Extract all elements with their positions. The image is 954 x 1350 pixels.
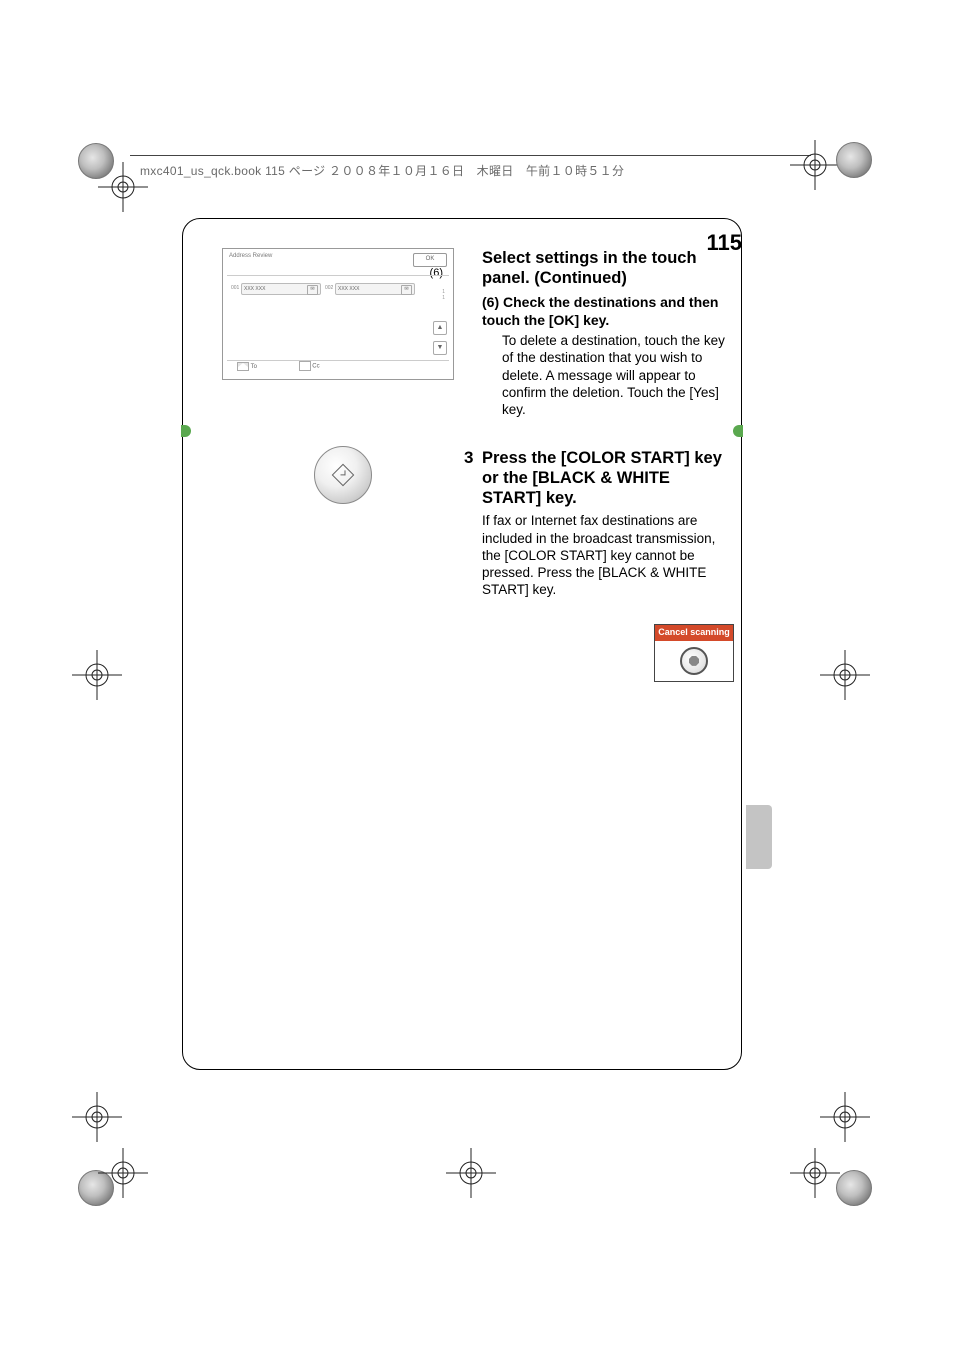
cc-label: Cc	[312, 364, 319, 370]
dest-002-index: 002	[325, 285, 333, 291]
destination-1-label: XXX XXX	[244, 286, 265, 292]
ok-button[interactable]: OK	[413, 253, 447, 267]
step-3-heading: Press the [COLOR START] key or the [BLAC…	[482, 448, 730, 508]
section-side-tab	[746, 805, 772, 869]
registration-mark-icon	[446, 1148, 496, 1198]
callout-6-label: (6)	[430, 267, 443, 279]
to-label: To	[251, 364, 257, 370]
scroll-up-button[interactable]: ▲	[433, 321, 447, 335]
registration-mark-icon	[790, 140, 840, 190]
corner-orb-icon	[836, 1170, 872, 1206]
cancel-scanning-box: Cancel scanning	[654, 624, 734, 682]
registration-mark-icon	[98, 1148, 148, 1198]
registration-mark-icon	[820, 1092, 870, 1142]
registration-mark-icon	[72, 650, 122, 700]
panel-bottom-bar: To Cc	[227, 360, 449, 375]
registration-mark-icon	[98, 162, 148, 212]
destination-key-2[interactable]: XXX XXX ✉	[335, 283, 415, 295]
step-3-body: If fax or Internet fax destinations are …	[482, 512, 730, 598]
registration-mark-icon	[790, 1148, 840, 1198]
stop-icon	[689, 656, 699, 666]
panel-divider	[227, 275, 449, 276]
step-6-body: To delete a destination, touch the key o…	[482, 332, 730, 418]
step-6-subheading: (6) Check the destinations and then touc…	[482, 294, 730, 330]
destination-2-label: XXX XXX	[338, 286, 359, 292]
mail-icon: ✉	[307, 285, 318, 295]
panel-title: Address Review	[229, 253, 272, 259]
registration-mark-icon	[72, 1092, 122, 1142]
corner-orb-icon	[836, 142, 872, 178]
step-3-block: Press the [COLOR START] key or the [BLAC…	[482, 448, 730, 599]
arrow-down-icon: ▼	[437, 344, 444, 351]
page-indicator: 1 1	[442, 289, 445, 301]
start-button-figure	[314, 446, 372, 504]
touch-panel-figure: Address Review OK (6) 001 XXX XXX ✉ 002 …	[222, 248, 454, 380]
header-rule	[130, 155, 811, 156]
registration-mark-icon	[820, 650, 870, 700]
arrow-up-icon: ▲	[437, 324, 444, 331]
mail-icon: ✉	[401, 285, 412, 295]
continued-heading: Select settings in the touch panel. (Con…	[482, 248, 730, 288]
scroll-down-button[interactable]: ▼	[433, 341, 447, 355]
step-6-block: Select settings in the touch panel. (Con…	[482, 248, 730, 418]
destination-key-1[interactable]: XXX XXX ✉	[241, 283, 321, 295]
print-header-line: mxc401_us_qck.book 115 ページ ２００８年１０月１６日 木…	[140, 162, 624, 179]
page-number: 115	[707, 230, 743, 256]
pc-icon	[299, 361, 311, 371]
start-diamond-icon	[332, 464, 355, 487]
step-number-3: 3	[464, 448, 473, 468]
stop-button[interactable]	[680, 647, 708, 675]
green-tab-right	[733, 425, 743, 437]
dest-001-index: 001	[231, 285, 239, 291]
cancel-scanning-label: Cancel scanning	[655, 625, 733, 641]
mail-icon	[237, 362, 249, 371]
